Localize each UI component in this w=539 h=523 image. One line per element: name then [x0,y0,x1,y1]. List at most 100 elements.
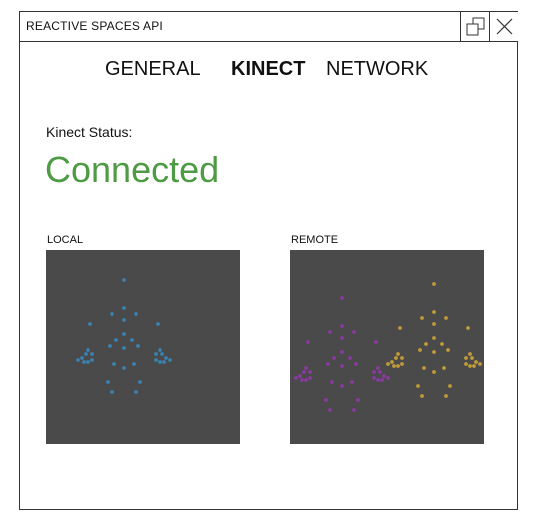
skeleton-joint [340,384,344,388]
restore-button[interactable] [460,12,489,41]
skeleton-joint [442,366,446,370]
skeleton-joint [132,362,136,366]
tab-kinect[interactable]: KINECT [231,58,305,81]
skeleton-joint [122,332,126,336]
skeleton-joint [432,370,436,374]
skeleton-joint [90,352,94,356]
restore-icon [466,17,485,36]
local-skeleton-view [46,250,240,444]
skeleton-joint [376,378,380,382]
skeleton-joint [302,370,306,374]
skeleton-joint [464,356,468,360]
skeleton-joint [330,380,334,384]
skeleton-joint [376,366,380,370]
skeleton-joint [122,346,126,350]
skeleton-joint [76,358,80,362]
skeleton-joint [90,358,94,362]
remote-skeleton-points [294,282,482,412]
skeleton-joint [122,366,126,370]
skeleton-joint [306,340,310,344]
skeleton-joint [136,344,140,348]
skeleton-joint [356,398,360,402]
skeleton-joint [134,312,138,316]
skeleton-joint [158,348,162,352]
skeleton-joint [304,378,308,382]
skeleton-joint [432,336,436,340]
skeleton-joint [340,324,344,328]
skeleton-joint [378,370,382,374]
skeleton-joint [448,384,452,388]
skeleton-joint [432,282,436,286]
skeleton-joint [82,360,86,364]
skeleton-joint [154,358,158,362]
skeleton-joint [326,362,330,366]
skeleton-joint [468,364,472,368]
skeleton-joint [416,384,420,388]
skeleton-joint [474,360,478,364]
skeleton-joint [168,358,172,362]
skeleton-joint [112,362,116,366]
skeleton-joint [478,362,482,366]
skeleton-joint [352,408,356,412]
skeleton-joint [130,338,134,342]
app-window: REACTIVE SPACES API GENERAL KINECT NETWO… [19,11,518,510]
close-button[interactable] [489,12,518,41]
skeleton-joint [328,330,332,334]
skeleton-joint [138,380,142,384]
skeleton-joint [328,408,332,412]
skeleton-joint [164,356,168,360]
skeleton-joint [432,310,436,314]
tab-network[interactable]: NETWORK [326,58,428,81]
skeleton-joint [114,338,118,342]
close-icon [496,18,513,35]
kinect-status-value: Connected [45,149,220,190]
skeleton-joint [396,364,400,368]
skeleton-joint [340,336,344,340]
skeleton-joint [110,312,114,316]
skeleton-joint [350,380,354,384]
remote-label: REMOTE [291,234,339,246]
skeleton-joint [424,342,428,346]
skeleton-joint [374,340,378,344]
local-skeleton-points [76,278,172,394]
skeleton-joint [340,364,344,368]
skeleton-joint [308,370,312,374]
skeleton-joint [372,376,376,380]
skeleton-joint [400,356,404,360]
skeleton-joint [418,348,422,352]
skeleton-joint [444,316,448,320]
tab-bar: GENERAL KINECT NETWORK [20,58,517,84]
skeleton-joint [444,394,448,398]
skeleton-joint [472,364,476,368]
skeleton-joint [380,378,384,382]
skeleton-joint [294,376,298,380]
skeleton-joint [108,344,112,348]
skeleton-joint [392,364,396,368]
skeleton-joint [160,352,164,356]
skeleton-joint [86,348,90,352]
skeleton-joint [84,352,88,356]
skeleton-joint [154,352,158,356]
skeleton-joint [332,356,336,360]
tab-general[interactable]: GENERAL [105,58,201,81]
skeleton-joint [446,348,450,352]
skeleton-joint [420,316,424,320]
skeleton-joint [308,376,312,380]
skeleton-joint [422,366,426,370]
skeleton-joint [86,360,90,364]
skeleton-joint [88,322,92,326]
skeleton-joint [158,360,162,364]
skeleton-joint [340,350,344,354]
skeleton-joint [156,322,160,326]
kinect-status-label: Kinect Status: [46,124,133,140]
skeleton-joint [122,318,126,322]
skeleton-joint [466,326,470,330]
window-title: REACTIVE SPACES API [26,19,163,33]
skeleton-joint [390,360,394,364]
local-label: LOCAL [47,234,84,246]
skeleton-joint [400,362,404,366]
skeleton-joint [324,398,328,402]
skeleton-joint [386,376,390,380]
skeleton-joint [80,356,84,360]
skeleton-joint [106,380,110,384]
